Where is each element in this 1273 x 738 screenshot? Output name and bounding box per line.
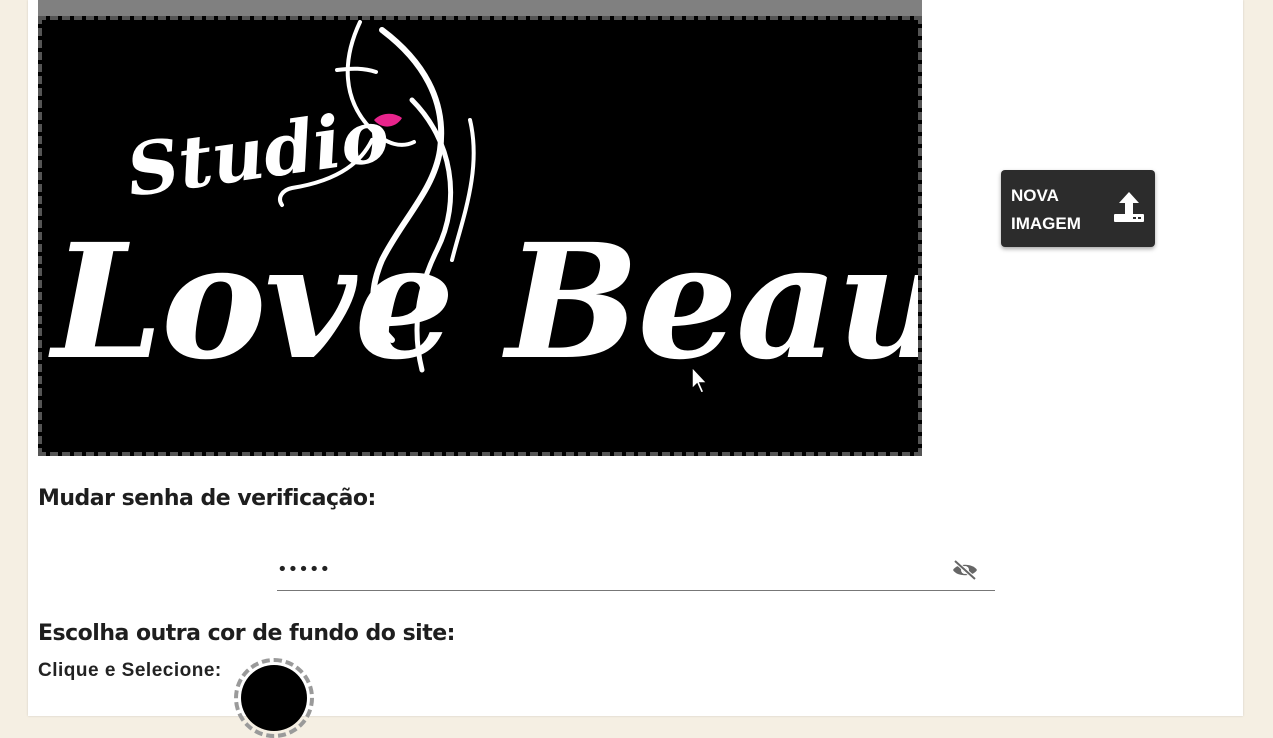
upload-button-label: NOVA IMAGEM [1011,186,1081,233]
color-pick-label: Clique e Selecione: [38,660,222,681]
password-input[interactable] [277,554,917,584]
logo-text-love-beauty: Love Beauty [52,210,918,395]
password-section-title: Mudar senha de verificação: [38,486,376,511]
mouse-cursor-icon [690,365,710,400]
upload-tray-icon [1111,190,1147,231]
password-field-wrapper [277,548,995,591]
site-logo-image[interactable]: Studio Love Beauty [38,16,922,456]
eye-off-icon[interactable] [951,558,979,587]
new-image-upload-button[interactable]: NOVA IMAGEM [1001,170,1155,247]
background-color-picker[interactable] [234,658,314,738]
current-color-fill [241,665,307,731]
color-section-title: Escolha outra cor de fundo do site: [38,621,455,646]
